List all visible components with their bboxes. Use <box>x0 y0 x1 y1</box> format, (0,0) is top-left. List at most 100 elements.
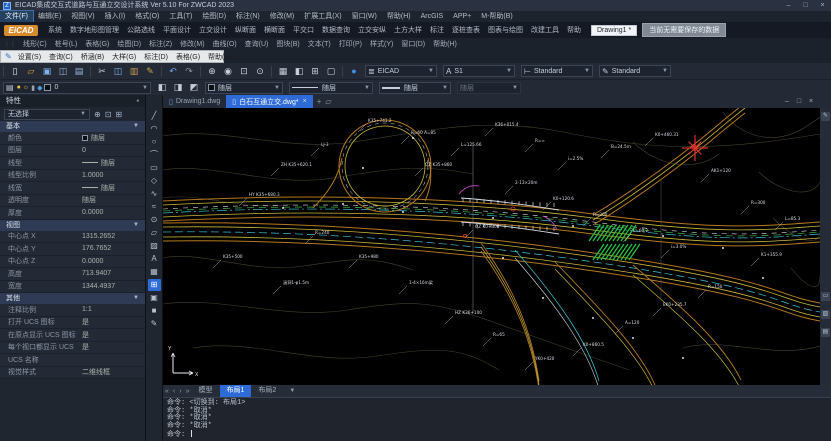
submenu-item-6[interactable]: 曲线(O) <box>209 39 241 49</box>
eicad-menu-item-1[interactable]: 数字地形图管理 <box>66 25 123 35</box>
property-value[interactable]: 1.0000 <box>82 172 145 179</box>
line-icon[interactable]: ╱ <box>148 110 161 122</box>
floating-menu-item-2[interactable]: 桥涵(B) <box>77 52 108 62</box>
property-value[interactable]: 1344.4937 <box>82 283 145 290</box>
eicad-menu-item-8[interactable]: 数据查询 <box>318 25 354 35</box>
linetype-combo[interactable]: 随层▼ <box>289 82 373 94</box>
multiline-icon[interactable]: ≈ <box>148 201 161 213</box>
property-value[interactable]: 随层 <box>82 158 145 168</box>
gradient-icon[interactable]: ✎ <box>148 318 161 330</box>
match-properties-icon[interactable]: ✎ <box>143 65 157 78</box>
menu-item-8[interactable]: 修改(M) <box>265 11 300 22</box>
eraser-icon[interactable]: ✎ <box>821 112 830 121</box>
rectangle-icon[interactable]: ▭ <box>148 162 161 174</box>
submenu-item-0[interactable]: 线形(C) <box>19 39 51 49</box>
spline-icon[interactable]: ∿ <box>148 188 161 200</box>
property-value[interactable]: 176.7652 <box>82 245 145 252</box>
layer-isolate-icon[interactable]: ◩ <box>187 81 201 94</box>
menu-item-4[interactable]: 格式(O) <box>130 11 164 22</box>
submenu-item-12[interactable]: 窗口(D) <box>397 39 429 49</box>
document-tab-0[interactable]: ▯Drawing1.dwg <box>163 95 226 108</box>
menu-item-0[interactable]: 文件(F) <box>0 11 33 22</box>
zoom-realtime-icon[interactable]: ◉ <box>221 65 235 78</box>
donut-icon[interactable]: ⊙ <box>148 214 161 226</box>
menu-item-3[interactable]: 插入(I) <box>100 11 131 22</box>
paste-icon[interactable]: ▥ <box>127 65 141 78</box>
text-style-combo[interactable]: AS1▼ <box>443 65 515 77</box>
eicad-menu-item-6[interactable]: 横断面 <box>260 25 289 35</box>
layout-tab-布局1[interactable]: 布局1 <box>220 385 252 397</box>
property-value[interactable]: 1:1 <box>82 306 145 313</box>
eicad-menu-item-10[interactable]: 土方大样 <box>390 25 426 35</box>
zoom-window-icon[interactable]: ⊡ <box>237 65 251 78</box>
point-icon[interactable]: ■ <box>148 305 161 317</box>
layer-combo[interactable]: ▤●☼▮◆0▼ <box>3 82 151 94</box>
eicad-menu-item-14[interactable]: 改建工具 <box>527 25 563 35</box>
insert-block-icon[interactable]: ⊞ <box>148 279 161 291</box>
polyline-icon[interactable]: ⌒ <box>148 149 161 161</box>
doc-minimize-button[interactable]: – <box>781 98 793 105</box>
layout-nav-0[interactable]: « <box>163 388 171 395</box>
circle-icon[interactable]: ○ <box>148 136 161 148</box>
section-header-2[interactable]: 其他▼ <box>0 293 145 304</box>
layer-properties-icon[interactable]: ▦ <box>276 65 290 78</box>
maximize-button[interactable]: □ <box>797 0 814 11</box>
eicad-menu-item-12[interactable]: 逐桩查表 <box>448 25 484 35</box>
property-value[interactable]: 0.0000 <box>82 209 145 216</box>
hatch-icon[interactable]: ▨ <box>148 240 161 252</box>
close-button[interactable]: × <box>814 0 831 11</box>
lineweight-combo[interactable]: 随层▼ <box>379 82 451 94</box>
layer-previous-icon[interactable]: ◧ <box>155 81 169 94</box>
property-value[interactable]: 是 <box>82 342 145 352</box>
eicad-menu-item-4[interactable]: 立交设计 <box>195 25 231 35</box>
layer-style-combo[interactable]: ≣EICAD▼ <box>365 65 437 77</box>
open-folder-icon[interactable]: ▱ <box>24 65 38 78</box>
floating-menu-item-4[interactable]: 标注(D) <box>140 52 172 62</box>
make-block-icon[interactable]: ▣ <box>148 292 161 304</box>
quick-select-icon[interactable]: ⊞ <box>115 110 122 119</box>
chevron-down-icon[interactable]: ▼ <box>289 388 295 394</box>
submenu-item-9[interactable]: 文本(T) <box>304 39 335 49</box>
hatch-tool-icon[interactable]: ▨ <box>821 310 830 319</box>
floating-menu-item-1[interactable]: 查询(C) <box>45 52 77 62</box>
selection-type-dropdown[interactable]: 无选择▼ <box>4 109 90 120</box>
menu-item-14[interactable]: M-帮助(B) <box>476 11 518 22</box>
clean-screen-icon[interactable]: ▢ <box>324 65 338 78</box>
property-value[interactable]: 713.9407 <box>82 270 145 277</box>
layer-states-icon[interactable]: ◧ <box>292 65 306 78</box>
eicad-menu-item-15[interactable]: 帮助 <box>563 25 585 35</box>
submenu-item-13[interactable]: 帮助(H) <box>429 39 461 49</box>
plot-icon[interactable]: ▤ <box>72 65 86 78</box>
order-icon[interactable]: ▭ <box>821 292 830 301</box>
submenu-item-3[interactable]: 绘图(D) <box>113 39 145 49</box>
render-icon[interactable]: ● <box>347 65 361 78</box>
menu-item-5[interactable]: 工具(T) <box>164 11 197 22</box>
menu-item-11[interactable]: 帮助(H) <box>382 11 416 22</box>
zoom-previous-icon[interactable]: ⊙ <box>253 65 267 78</box>
polygon-icon[interactable]: ◇ <box>148 175 161 187</box>
section-header-0[interactable]: 基本▼ <box>0 121 145 132</box>
minimize-button[interactable]: – <box>780 0 797 11</box>
eicad-menu-item-9[interactable]: 立交安纵 <box>354 25 390 35</box>
submenu-item-11[interactable]: 样式(Y) <box>366 39 397 49</box>
menu-item-6[interactable]: 绘图(D) <box>197 11 231 22</box>
menu-item-10[interactable]: 窗口(W) <box>347 11 382 22</box>
layout-tab-模型[interactable]: 模型 <box>192 385 220 397</box>
copy-icon[interactable]: ◫ <box>111 65 125 78</box>
submenu-item-10[interactable]: 打印(P) <box>335 39 366 49</box>
property-value[interactable]: 是 <box>82 330 145 340</box>
table-icon[interactable]: ▦ <box>148 266 161 278</box>
doc-close-button[interactable]: × <box>805 98 817 105</box>
eicad-menu-item-0[interactable]: 系统 <box>44 25 66 35</box>
cut-icon[interactable]: ✂ <box>95 65 109 78</box>
submenu-item-4[interactable]: 标注(Z) <box>145 39 176 49</box>
floating-menu-item-3[interactable]: 大样(G) <box>108 52 140 62</box>
eicad-menu-item-11[interactable]: 标注 <box>426 25 448 35</box>
menu-item-13[interactable]: APP+ <box>448 11 476 22</box>
floating-menu-item-6[interactable]: 帮助(H) <box>204 52 236 62</box>
menu-item-12[interactable]: ArcGIS <box>416 11 449 22</box>
menu-item-7[interactable]: 标注(N) <box>231 11 265 22</box>
close-tab-icon[interactable]: × <box>303 98 307 105</box>
property-value[interactable]: 随层 <box>82 195 145 205</box>
property-value[interactable]: 随层 <box>82 183 145 193</box>
